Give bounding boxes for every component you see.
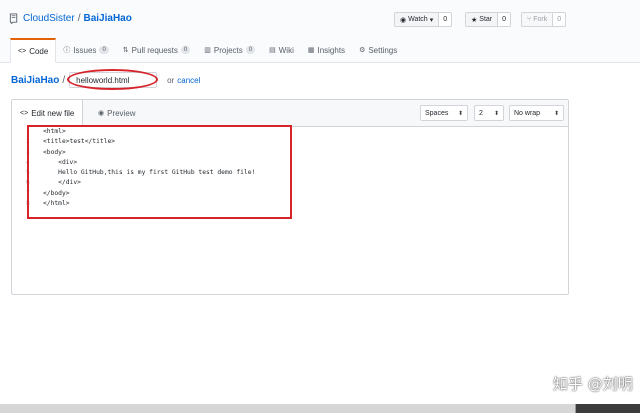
horizontal-scrollbar[interactable] — [0, 404, 640, 413]
repo-owner-link[interactable]: CloudSister — [23, 13, 75, 24]
updown-arrow-icon: ⬍ — [493, 110, 499, 117]
repo-name-link[interactable]: BaiJiaHao — [83, 13, 131, 24]
file-path-row: BaiJiaHao / helloworld.html or cancel — [11, 69, 200, 90]
tab-edit-new-file[interactable]: <> Edit new file — [12, 100, 84, 127]
watch-button[interactable]: ◉ Watch ▾ — [394, 12, 440, 27]
breadcrumb-separator: / — [62, 74, 66, 86]
watch-label: Watch — [408, 16, 428, 23]
repo-nav: <> Code ⓘ Issues 0 ⇅ Pull requests 0 ▥ P… — [10, 38, 404, 63]
annotation-box — [27, 125, 292, 219]
watch-count[interactable]: 0 — [439, 12, 453, 27]
tab-code[interactable]: <> Code — [10, 38, 57, 63]
repo-title: CloudSister / BaiJiaHao — [9, 13, 132, 24]
indent-mode-value: Spaces — [425, 109, 449, 117]
tab-label: Code — [29, 46, 49, 56]
tab-projects[interactable]: ▥ Projects 0 — [197, 38, 262, 62]
updown-arrow-icon: ⬍ — [553, 110, 559, 117]
tab-count: 0 — [180, 46, 191, 54]
cancel-text: or cancel — [167, 76, 200, 85]
breadcrumb-repo-link[interactable]: BaiJiaHao — [11, 75, 59, 86]
code-icon: <> — [18, 47, 27, 55]
or-label: or — [167, 75, 175, 85]
code-icon: <> — [20, 110, 29, 117]
filename-input[interactable]: helloworld.html — [67, 69, 159, 90]
graph-icon: ▦ — [307, 47, 315, 54]
tab-settings[interactable]: ⚙ Settings — [352, 38, 404, 62]
tab-count: 0 — [245, 46, 256, 54]
gear-icon: ⚙ — [359, 47, 366, 54]
repo-header: CloudSister / BaiJiaHao ◉ Watch ▾ 0 ★ St… — [0, 0, 640, 63]
star-button[interactable]: ★ Star — [465, 12, 499, 27]
annotation-circle — [67, 69, 159, 90]
wrap-mode-value: No wrap — [514, 109, 541, 117]
pull-request-icon: ⇅ — [122, 47, 129, 54]
indent-mode-select[interactable]: Spaces ⬍ — [420, 105, 468, 121]
issue-icon: ⓘ — [63, 47, 71, 54]
updown-arrow-icon: ⬍ — [457, 110, 463, 117]
cancel-link[interactable]: cancel — [177, 76, 200, 85]
fork-label: Fork — [533, 16, 548, 23]
tab-insights[interactable]: ▦ Insights — [301, 38, 352, 62]
tab-edit-label: Edit new file — [31, 109, 75, 118]
indent-size-select[interactable]: 2 ⬍ — [474, 105, 504, 121]
eye-icon: ◉ — [400, 16, 407, 24]
tab-issues[interactable]: ⓘ Issues 0 — [56, 38, 115, 62]
watermark: 知乎 @刘明 — [553, 375, 633, 393]
tab-wiki[interactable]: ▤ Wiki — [262, 38, 301, 62]
repo-separator: / — [77, 13, 81, 24]
star-label: Star — [479, 16, 493, 23]
wrap-mode-select[interactable]: No wrap ⬍ — [509, 105, 564, 121]
page: CloudSister / BaiJiaHao ◉ Watch ▾ 0 ★ St… — [0, 0, 640, 413]
star-icon: ★ — [471, 16, 478, 24]
tab-label: Projects — [213, 45, 243, 55]
indent-size-value: 2 — [479, 109, 483, 117]
fork-count[interactable]: 0 — [553, 12, 567, 27]
caret-down-icon: ▾ — [429, 16, 434, 24]
fork-group: ⑂ Fork 0 — [521, 12, 567, 27]
tab-preview-label: Preview — [107, 108, 136, 118]
watch-group: ◉ Watch ▾ 0 — [394, 12, 453, 27]
tab-preview[interactable]: ◉ Preview — [90, 100, 144, 126]
tab-pull-requests[interactable]: ⇅ Pull requests 0 — [116, 38, 197, 62]
eye-icon: ◉ — [98, 110, 105, 117]
book-icon: ▤ — [269, 47, 276, 54]
star-count[interactable]: 0 — [498, 12, 512, 27]
fork-button[interactable]: ⑂ Fork — [521, 12, 554, 27]
editor-toolbar: <> Edit new file ◉ Preview Spaces ⬍ 2 ⬍ … — [12, 100, 568, 127]
tab-label: Wiki — [278, 45, 294, 55]
tab-label: Pull requests — [131, 45, 178, 55]
tab-count: 0 — [99, 46, 109, 54]
tab-label: Issues — [73, 45, 97, 55]
fork-icon: ⑂ — [527, 16, 532, 23]
tab-label: Settings — [368, 45, 398, 55]
tab-label: Insights — [317, 45, 346, 55]
project-icon: ▥ — [204, 47, 211, 54]
star-group: ★ Star 0 — [465, 12, 512, 27]
scrollbar-thumb[interactable] — [0, 404, 576, 413]
repo-icon — [9, 13, 18, 24]
